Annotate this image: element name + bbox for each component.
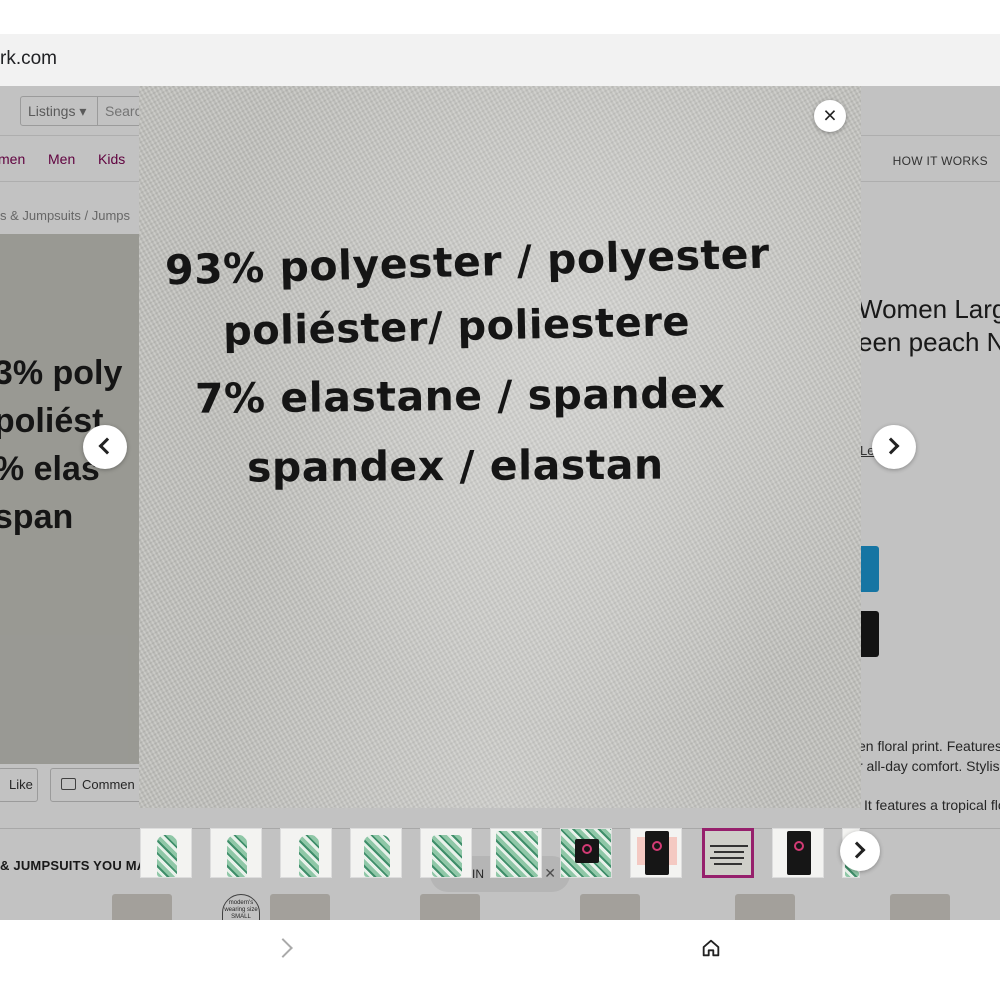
fabric-label-line: 93% polyester / polyester bbox=[164, 229, 771, 295]
thumbnail[interactable] bbox=[280, 828, 332, 878]
thumbnail[interactable] bbox=[630, 828, 682, 878]
home-icon[interactable] bbox=[700, 937, 722, 959]
close-button[interactable]: × bbox=[814, 100, 846, 132]
system-navigation-bar bbox=[0, 920, 1000, 1000]
fabric-label-line: poliéster/ poliestere bbox=[222, 299, 691, 355]
thumbnail[interactable] bbox=[560, 828, 612, 878]
address-bar[interactable]: rk.com bbox=[0, 34, 1000, 86]
chevron-left-icon bbox=[98, 437, 116, 455]
close-icon: × bbox=[823, 102, 837, 128]
chevron-right-icon bbox=[882, 437, 900, 455]
thumbnail[interactable] bbox=[772, 828, 824, 878]
thumbnails-next-button[interactable] bbox=[840, 831, 880, 871]
lightbox-image: 93% polyester / polyester poliéster/ pol… bbox=[139, 86, 861, 808]
back-icon[interactable] bbox=[273, 938, 293, 958]
thumbnail[interactable] bbox=[490, 828, 542, 878]
status-bar bbox=[0, 0, 1000, 34]
url-text[interactable]: rk.com bbox=[0, 48, 57, 70]
next-image-button[interactable] bbox=[872, 425, 916, 469]
thumbnail[interactable] bbox=[350, 828, 402, 878]
thumbnail[interactable] bbox=[420, 828, 472, 878]
thumbnail-selected[interactable] bbox=[702, 828, 754, 878]
thumbnail[interactable] bbox=[210, 828, 262, 878]
fabric-label-line: 7% elastane / spandex bbox=[194, 369, 726, 423]
previous-image-button[interactable] bbox=[83, 425, 127, 469]
fabric-label-line: spandex / elastan bbox=[246, 440, 664, 492]
chevron-right-icon bbox=[848, 841, 866, 859]
thumbnail[interactable] bbox=[140, 828, 192, 878]
